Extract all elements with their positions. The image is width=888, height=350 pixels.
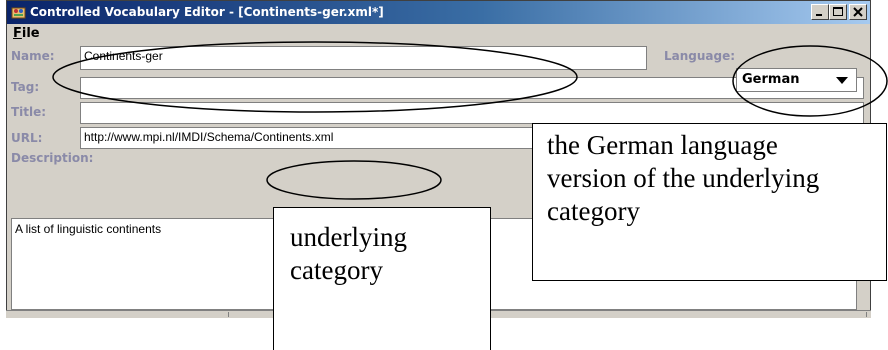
highlight-ellipse [52, 41, 578, 113]
highlight-ellipse [732, 45, 888, 117]
highlight-ellipse [266, 160, 442, 200]
annotation-ellipses [52, 41, 888, 200]
